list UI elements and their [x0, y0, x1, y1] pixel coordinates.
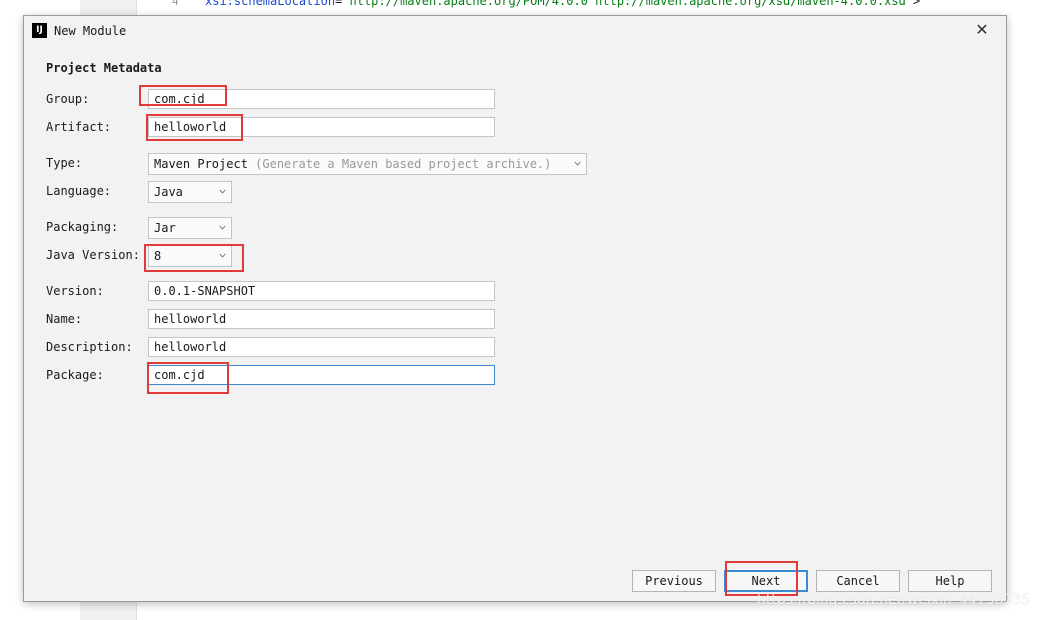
type-select[interactable]: Maven Project (Generate a Maven based pr…	[148, 153, 587, 175]
package-label: Package:	[46, 368, 104, 382]
chevron-down-icon	[219, 189, 226, 194]
language-label: Language:	[46, 184, 112, 198]
language-select[interactable]: Java	[148, 181, 232, 203]
java-version-select-value: 8	[154, 249, 162, 263]
dialog-titlebar[interactable]: IJ New Module ✕	[24, 16, 1006, 46]
cancel-button-label: Cancel	[836, 574, 880, 588]
java-version-label: Java Version:	[46, 248, 140, 262]
group-label: Group:	[46, 92, 90, 106]
new-module-dialog: IJ New Module ✕ Project Metadata Group: …	[23, 15, 1007, 602]
code-value: "http://maven.apache.org/POM/4.0.0 http:…	[342, 0, 914, 8]
line-number: 4	[172, 0, 179, 8]
packaging-label: Packaging:	[46, 220, 119, 234]
chevron-down-icon	[219, 225, 226, 230]
dialog-title: New Module	[54, 24, 127, 38]
artifact-field[interactable]: helloworld	[148, 117, 495, 137]
cancel-button[interactable]: Cancel	[816, 570, 900, 592]
packaging-select-value: Jar	[154, 221, 176, 235]
name-field[interactable]: helloworld	[148, 309, 495, 329]
version-field[interactable]: 0.0.1-SNAPSHOT	[148, 281, 495, 301]
name-label: Name:	[46, 312, 83, 326]
type-select-hint: (Generate a Maven based project archive.…	[255, 157, 552, 171]
type-label: Type:	[46, 156, 83, 170]
section-title: Project Metadata	[46, 61, 162, 75]
packaging-select[interactable]: Jar	[148, 217, 232, 239]
chevron-down-icon	[574, 161, 581, 166]
watermark: https://blog.csdn.net/weixin_44736735	[757, 592, 1031, 608]
help-button-label: Help	[935, 574, 965, 588]
artifact-label: Artifact:	[46, 120, 112, 134]
group-field[interactable]: com.cjd	[148, 89, 495, 109]
code-line: xsi:schemaLocation="http://maven.apache.…	[205, 0, 920, 8]
next-button-label: Next	[751, 574, 781, 588]
package-field[interactable]: com.cjd	[148, 365, 495, 385]
description-label: Description:	[46, 340, 133, 354]
next-button[interactable]: Next	[724, 570, 808, 592]
help-button[interactable]: Help	[908, 570, 992, 592]
code-end: >	[913, 0, 921, 8]
language-select-value: Java	[154, 185, 183, 199]
type-select-value: Maven Project	[154, 157, 248, 171]
previous-button[interactable]: Previous	[632, 570, 716, 592]
description-field[interactable]: helloworld	[148, 337, 495, 357]
previous-button-label: Previous	[645, 574, 703, 588]
version-label: Version:	[46, 284, 104, 298]
intellij-icon: IJ	[32, 23, 47, 38]
close-icon[interactable]: ✕	[974, 22, 990, 38]
chevron-down-icon	[219, 253, 226, 258]
java-version-select[interactable]: 8	[148, 245, 232, 267]
code-attribute: xsi:schemaLocation	[205, 0, 336, 8]
